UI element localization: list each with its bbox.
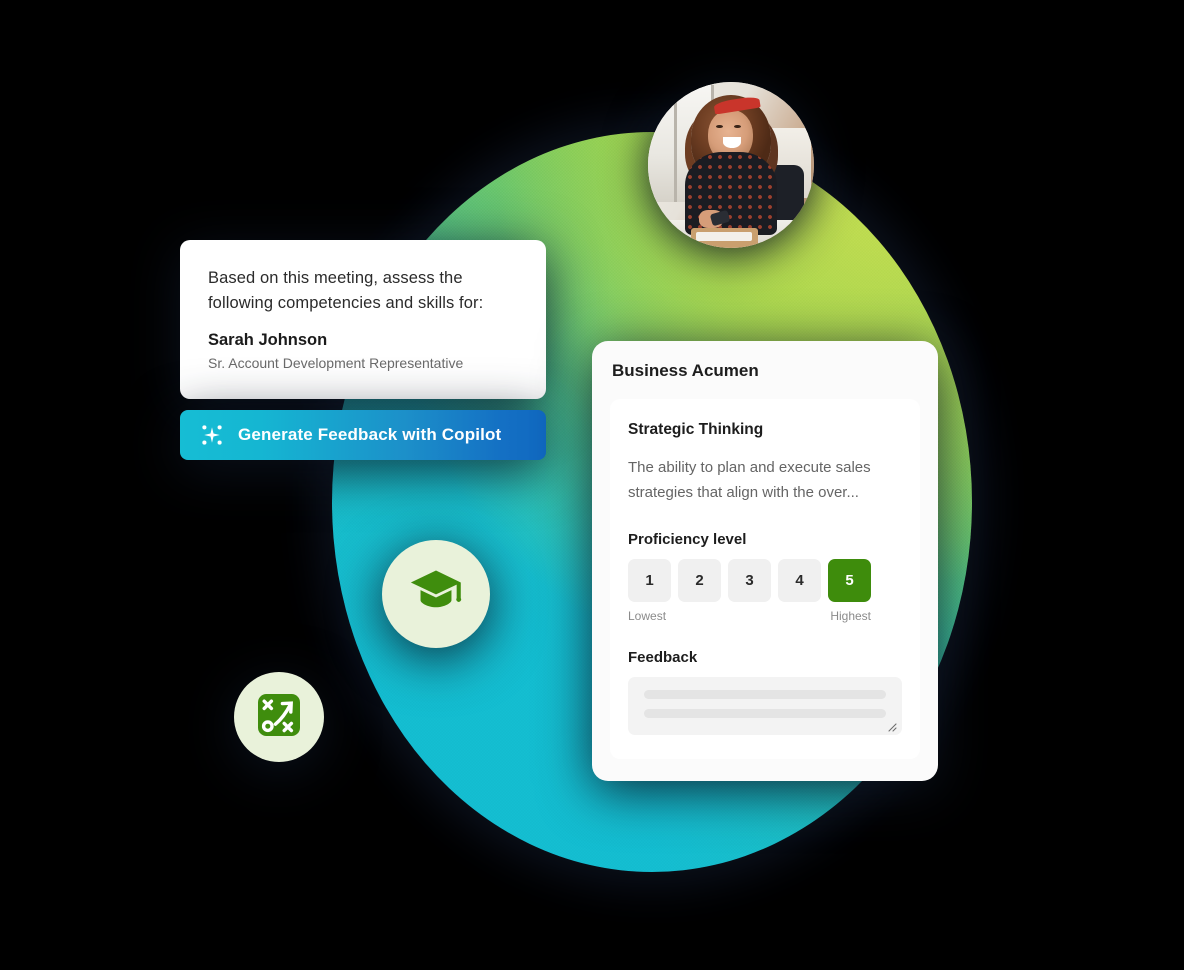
avatar-photo	[648, 82, 814, 248]
graduation-cap-badge	[382, 540, 490, 648]
skill-title: Strategic Thinking	[628, 421, 764, 438]
competency-title: Business Acumen	[612, 361, 759, 380]
proficiency-lowest-label: Lowest	[628, 609, 667, 623]
strategy-playbook-badge	[234, 672, 324, 762]
feedback-label: Feedback	[628, 649, 698, 666]
proficiency-level-1[interactable]: 1	[628, 559, 671, 602]
prompt-person-name: Sarah Johnson	[208, 331, 328, 349]
canvas: Based on this meeting, assess the follow…	[0, 0, 1184, 970]
strategy-playbook-icon	[255, 691, 303, 744]
proficiency-level-label: Proficiency level	[628, 531, 747, 548]
proficiency-level-3[interactable]: 3	[728, 559, 771, 602]
prompt-card: Based on this meeting, assess the follow…	[180, 240, 546, 399]
generate-feedback-with-copilot-button[interactable]: Generate Feedback with Copilot	[180, 410, 546, 460]
copilot-sparkle-icon	[200, 423, 224, 447]
skill-panel: Strategic Thinking The ability to plan a…	[610, 399, 920, 759]
avatar-blouse-dots	[684, 151, 778, 235]
feedback-input[interactable]	[628, 677, 902, 735]
feedback-placeholder-line	[644, 690, 886, 699]
proficiency-level-5[interactable]: 5	[828, 559, 871, 602]
competency-card: Business Acumen Strategic Thinking The a…	[592, 341, 938, 781]
resize-handle-icon[interactable]	[885, 719, 897, 732]
avatar-notebook	[691, 228, 758, 248]
avatar	[648, 82, 814, 248]
proficiency-scale-labels: Lowest Highest	[628, 609, 871, 623]
proficiency-level-2[interactable]: 2	[678, 559, 721, 602]
proficiency-level-4[interactable]: 4	[778, 559, 821, 602]
graduation-cap-icon	[407, 563, 465, 626]
skill-description: The ability to plan and execute sales st…	[628, 459, 871, 501]
feedback-placeholder-line	[644, 709, 886, 718]
copilot-button-label: Generate Feedback with Copilot	[238, 425, 502, 444]
prompt-person-role: Sr. Account Development Representative	[208, 355, 464, 371]
proficiency-level-group: 1 2 3 4 5	[628, 559, 902, 602]
prompt-lead-text: Based on this meeting, assess the follow…	[208, 269, 484, 312]
proficiency-highest-label: Highest	[830, 609, 871, 623]
